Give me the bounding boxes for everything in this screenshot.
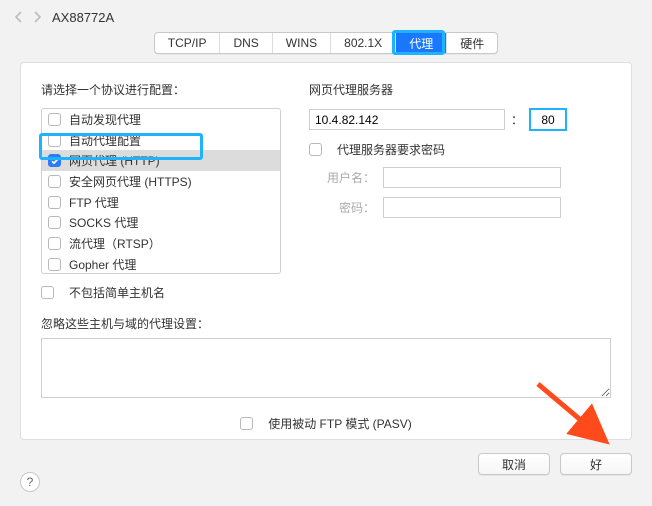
proxy-port-input[interactable] [529, 108, 567, 131]
protocol-label-4: FTP 代理 [69, 194, 119, 211]
proxy-settings-panel: 请选择一个协议进行配置： 自动发现代理自动代理配置网页代理 (HTTP) 安全网页… [20, 62, 632, 440]
username-label: 用户名： [309, 169, 375, 186]
protocol-label-2: 网页代理 (HTTP) [69, 152, 160, 169]
ok-button-label: 好 [590, 456, 602, 473]
protocol-row-0[interactable]: 自动发现代理 [42, 109, 280, 130]
password-input[interactable] [383, 197, 561, 218]
protocol-label-1: 自动代理配置 [69, 132, 141, 149]
tab-0[interactable]: TCP/IP [155, 33, 221, 53]
protocol-label-6: 流代理（RTSP） [69, 235, 161, 252]
pasv-ftp-checkbox[interactable] [240, 417, 253, 430]
exclude-simple-host-label: 不包括简单主机名 [69, 284, 165, 301]
protocol-label-3: 安全网页代理 (HTTPS) [69, 173, 192, 190]
tab-4[interactable]: 代理 [396, 33, 447, 53]
cancel-button-label: 取消 [502, 456, 526, 473]
pasv-ftp-label: 使用被动 FTP 模式 (PASV) [268, 415, 412, 432]
ok-button[interactable]: 好 [560, 453, 632, 475]
protocol-row-6[interactable]: 流代理（RTSP） [42, 233, 280, 254]
help-button[interactable]: ? [20, 472, 40, 492]
protocols-heading: 请选择一个协议进行配置： [41, 81, 281, 98]
protocol-checkbox-6[interactable] [48, 237, 61, 250]
protocol-checkbox-5[interactable] [48, 216, 61, 229]
proxy-ip-input[interactable] [309, 109, 505, 130]
tab-3[interactable]: 802.1X [331, 33, 396, 53]
protocol-checkbox-1[interactable] [48, 134, 61, 147]
proxy-server-heading: 网页代理服务器 [309, 81, 611, 98]
tab-1[interactable]: DNS [220, 33, 272, 53]
back-forward-icon[interactable] [14, 8, 42, 26]
window-title: AX88772A [52, 10, 114, 25]
protocol-row-2[interactable]: 网页代理 (HTTP) [42, 150, 280, 171]
protocol-row-1[interactable]: 自动代理配置 [42, 130, 280, 151]
protocol-label-5: SOCKS 代理 [69, 214, 138, 231]
proxy-server-column: 网页代理服务器 ： 代理服务器要求密码 用户名： 密码： [309, 81, 611, 301]
require-password-checkbox[interactable] [309, 143, 322, 156]
protocol-label-7: Gopher 代理 [69, 256, 136, 273]
exclude-simple-host-checkbox[interactable] [41, 286, 54, 299]
tab-2[interactable]: WINS [273, 33, 331, 53]
protocol-checkbox-2[interactable] [48, 154, 61, 167]
protocol-label-0: 自动发现代理 [69, 111, 141, 128]
protocol-checkbox-7[interactable] [48, 258, 61, 271]
protocol-row-7[interactable]: Gopher 代理 [42, 254, 280, 274]
protocol-row-5[interactable]: SOCKS 代理 [42, 212, 280, 233]
bypass-hosts-textarea[interactable] [41, 338, 611, 398]
tabs-row: TCP/IPDNSWINS802.1X代理硬件 [0, 28, 652, 62]
tab-segmented-control[interactable]: TCP/IPDNSWINS802.1X代理硬件 [154, 32, 498, 54]
protocol-row-4[interactable]: FTP 代理 [42, 192, 280, 213]
protocol-checkbox-0[interactable] [48, 113, 61, 126]
titlebar: AX88772A [0, 0, 652, 28]
ip-port-colon: ： [511, 111, 523, 128]
username-input[interactable] [383, 167, 561, 188]
cancel-button[interactable]: 取消 [478, 453, 550, 475]
protocols-column: 请选择一个协议进行配置： 自动发现代理自动代理配置网页代理 (HTTP) 安全网页… [41, 81, 281, 301]
network-proxy-prefs-window: { "header": { "title": "AX88772A" }, "ta… [0, 0, 652, 506]
password-label: 密码： [309, 199, 375, 216]
tab-5[interactable]: 硬件 [447, 33, 497, 53]
require-password-label: 代理服务器要求密码 [337, 141, 445, 158]
footer: ? 取消 好 [0, 450, 652, 489]
protocol-row-3[interactable]: 安全网页代理 (HTTPS) [42, 171, 280, 192]
protocol-checkbox-3[interactable] [48, 175, 61, 188]
protocol-checkbox-4[interactable] [48, 196, 61, 209]
protocols-list[interactable]: 自动发现代理自动代理配置网页代理 (HTTP) 安全网页代理 (HTTPS) FTP… [41, 108, 281, 274]
bypass-hosts-label: 忽略这些主机与域的代理设置： [41, 315, 611, 332]
